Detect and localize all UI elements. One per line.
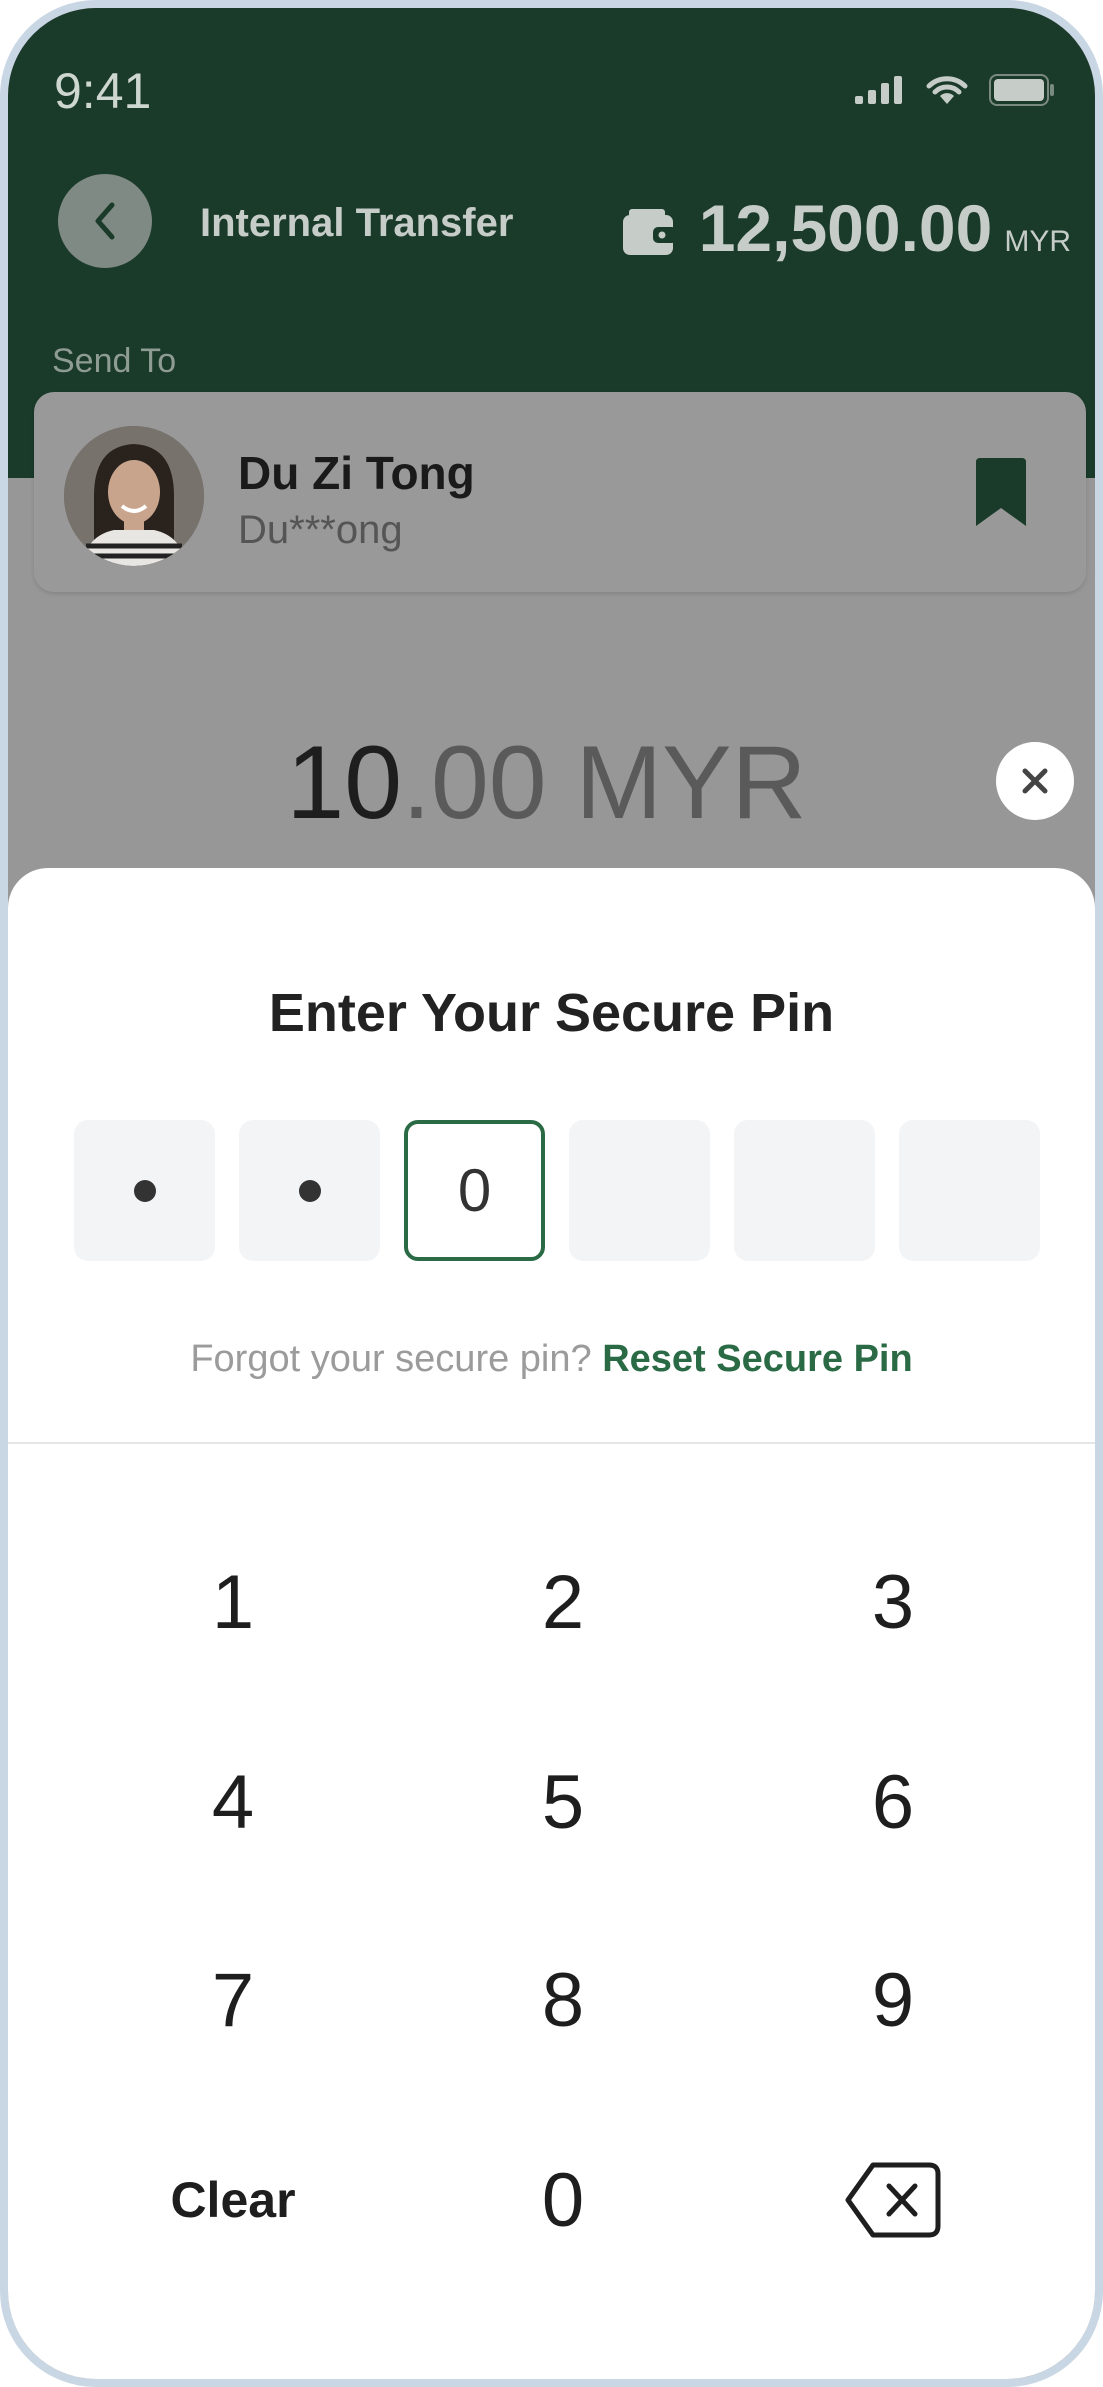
key-9[interactable]: 9 (753, 1920, 1033, 2080)
pin-digit-5[interactable] (734, 1120, 875, 1261)
back-button[interactable] (58, 174, 152, 268)
key-5[interactable]: 5 (423, 1722, 703, 1882)
status-icons (855, 74, 1055, 106)
transfer-amount: 10.00 MYR (8, 724, 1095, 843)
key-1[interactable]: 1 (93, 1522, 373, 1682)
avatar-photo (64, 426, 204, 566)
amount-whole: 10 (286, 725, 403, 841)
pin-digit-2[interactable] (239, 1120, 380, 1261)
battery-icon (989, 74, 1054, 106)
pin-dot (133, 1179, 156, 1202)
key-8[interactable]: 8 (423, 1920, 703, 2080)
forgot-pin-text: Forgot your secure pin? (190, 1338, 592, 1380)
amount-decimal: .00 MYR (402, 725, 807, 841)
pin-digit-3[interactable]: 0 (404, 1120, 545, 1261)
pin-digit-6[interactable] (899, 1120, 1040, 1261)
pin-digit-1[interactable] (74, 1120, 215, 1261)
pin-bottom-sheet: Enter Your Secure Pin 0 Forgot your secu… (8, 868, 1095, 2379)
screen-title: Internal Transfer (200, 201, 514, 245)
signal-icon (855, 76, 902, 104)
recipient-card[interactable]: Du Zi Tong Du***ong (34, 392, 1086, 592)
pin-digit-4[interactable] (569, 1120, 710, 1261)
status-time: 9:41 (54, 63, 152, 119)
key-6[interactable]: 6 (753, 1722, 1033, 1882)
backspace-button[interactable] (753, 2120, 1033, 2280)
reset-pin-link[interactable]: Reset Secure Pin (602, 1338, 912, 1380)
bookmark-icon[interactable] (974, 458, 1028, 528)
key-3[interactable]: 3 (753, 1522, 1033, 1682)
key-7[interactable]: 7 (93, 1920, 373, 2080)
send-to-label: Send To (52, 342, 177, 380)
wifi-icon (926, 76, 968, 104)
phone-frame: 9:41 Internal Transfer 12,500.00 MYR Sen… (0, 0, 1103, 2387)
forgot-pin-row: Forgot your secure pin? Reset Secure Pin (8, 1338, 1095, 1381)
key-4[interactable]: 4 (93, 1722, 373, 1882)
wallet-icon (622, 209, 677, 255)
recipient-account: Du***ong (238, 508, 403, 552)
close-icon (1022, 768, 1048, 794)
key-2[interactable]: 2 (423, 1522, 703, 1682)
avatar (64, 426, 204, 566)
key-0[interactable]: 0 (423, 2120, 703, 2280)
pin-input-row[interactable]: 0 (74, 1120, 1040, 1261)
pin-current-digit: 0 (457, 1157, 492, 1224)
balance-currency: MYR (1004, 225, 1071, 258)
recipient-name: Du Zi Tong (238, 447, 475, 499)
pin-sheet-title: Enter Your Secure Pin (268, 983, 835, 1043)
backspace-icon (845, 2162, 941, 2238)
chevron-left-icon (95, 202, 115, 240)
pin-dot (298, 1179, 321, 1202)
balance-amount: 12,500.00 (698, 191, 993, 265)
close-button[interactable] (996, 742, 1074, 820)
wallet-balance: 12,500.00 MYR (621, 190, 1071, 266)
numeric-keypad: 1 2 3 4 5 6 7 8 9 Clear 0 (8, 1442, 1095, 2243)
clear-button[interactable]: Clear (93, 2120, 373, 2280)
